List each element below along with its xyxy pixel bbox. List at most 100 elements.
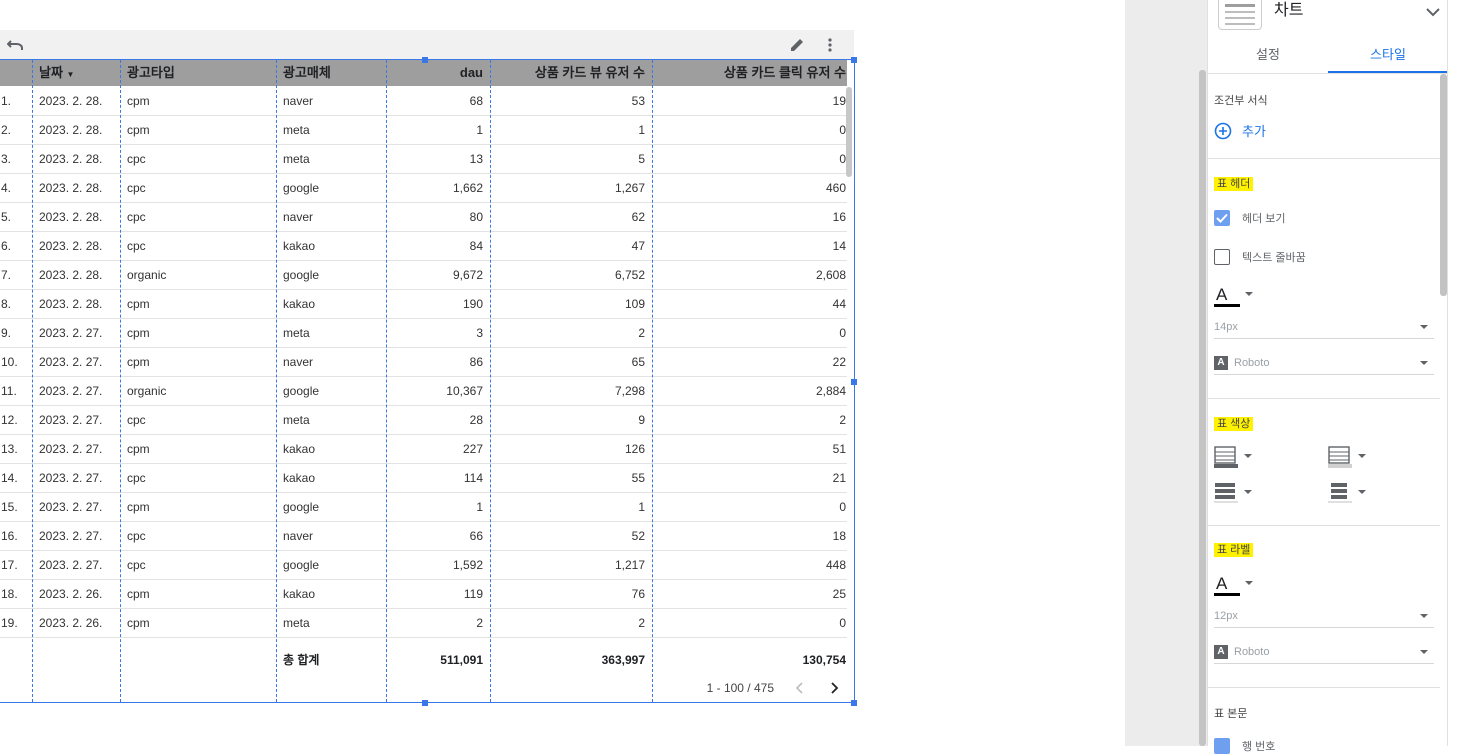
table-row[interactable]: 13. 2023. 2. 27. cpm kakao 227 126 51 [0,435,847,464]
section-divider [1208,398,1440,399]
label-font-family-select[interactable]: A Roboto [1214,642,1434,664]
more-vert-icon[interactable] [820,35,840,55]
sort-desc-icon: ▼ [66,70,75,79]
header-font-size-select[interactable]: 14px [1214,317,1434,339]
row-click-users: 2,884 [815,384,846,398]
checkbox-checked-icon [1214,738,1230,754]
row-dau: 1,662 [452,181,483,195]
label-font-color-picker[interactable]: A [1214,574,1253,598]
row-date: 2023. 2. 28. [39,152,103,166]
chart-type-selector[interactable]: 차트 [1208,0,1448,38]
resize-handle-top[interactable] [422,57,428,63]
resize-handle-right[interactable] [851,379,857,385]
table-scrollbar[interactable] [846,87,852,177]
totals-view-users: 363,997 [601,653,645,667]
row-dau: 1,592 [452,558,483,572]
table-row[interactable]: 17. 2023. 2. 27. cpc google 1,592 1,217 448 [0,551,847,580]
row-view-users: 9 [638,413,645,427]
header-ad-type[interactable]: 광고타입 [120,60,276,86]
table-row[interactable]: 1. 2023. 2. 28. cpm naver 68 53 19 [0,87,847,116]
show-header-checkbox[interactable]: 헤더 보기 [1214,209,1286,227]
row-media: meta [283,152,310,166]
header-font-family-select[interactable]: A Roboto [1214,353,1434,375]
row-numbers-checkbox[interactable]: 행 번호 [1214,737,1275,755]
row-view-users: 65 [631,355,645,369]
table-row[interactable]: 18. 2023. 2. 26. cpm kakao 119 76 25 [0,580,847,609]
row-index: 7. [1,268,12,282]
row-date: 2023. 2. 27. [39,355,103,369]
font-color-icon: A [1216,285,1228,304]
table-row[interactable]: 8. 2023. 2. 28. cpm kakao 190 109 44 [0,290,847,319]
row-click-users: 25 [832,587,846,601]
table-row[interactable]: 3. 2023. 2. 28. cpc meta 13 5 0 [0,145,847,174]
row-media: naver [283,355,314,369]
add-label: 추가 [1242,124,1266,139]
header-media[interactable]: 광고매체 [276,60,386,86]
table-row[interactable]: 10. 2023. 2. 27. cpm naver 86 65 22 [0,348,847,377]
even-row-color-picker[interactable] [1328,482,1368,506]
header-view-users[interactable]: 상품 카드 뷰 유저 수 [490,60,652,86]
row-dau: 2 [476,616,483,630]
header-dau[interactable]: dau [386,60,490,86]
prev-page-icon[interactable] [788,678,810,698]
odd-row-color-picker[interactable] [1214,482,1254,506]
label-font-size-select[interactable]: 12px [1214,606,1434,628]
table-row[interactable]: 15. 2023. 2. 27. cpm google 1 1 0 [0,493,847,522]
add-conditional-format-button[interactable]: 추가 [1214,121,1266,140]
table-row[interactable]: 14. 2023. 2. 27. cpc kakao 114 55 21 [0,464,847,493]
font-family-icon: A [1214,645,1228,660]
table-row[interactable]: 11. 2023. 2. 27. organic google 10,367 7,298 2… [0,377,847,406]
font-family-icon: A [1214,356,1228,371]
panel-tabs: 설정 스타일 [1208,38,1448,74]
canvas-scrollbar[interactable] [1199,70,1206,746]
next-page-icon[interactable] [824,678,846,698]
header-bg-color-picker[interactable] [1214,446,1254,470]
section-divider [1208,687,1440,688]
row-view-users: 2 [638,326,645,340]
table-row[interactable]: 9. 2023. 2. 27. cpm meta 3 2 0 [0,319,847,348]
row-date: 2023. 2. 28. [39,181,103,195]
table-row[interactable]: 7. 2023. 2. 28. organic google 9,672 6,752 2,6… [0,261,847,290]
undo-icon[interactable] [6,35,26,55]
chevron-down-icon[interactable] [1426,4,1440,22]
resize-handle-bottom[interactable] [422,700,428,706]
tab-setup[interactable]: 설정 [1208,38,1328,73]
dropdown-caret-icon [1420,361,1428,365]
row-index: 10. [1,355,18,369]
header-date[interactable]: 날짜 ▼ [32,60,120,86]
table-row[interactable]: 2. 2023. 2. 28. cpm meta 1 1 0 [0,116,847,145]
resize-handle-top-right[interactable] [851,57,857,63]
wrap-text-checkbox[interactable]: 텍스트 줄바꿈 [1214,248,1306,266]
row-media: kakao [283,297,316,311]
row-click-users: 44 [832,297,846,311]
row-media: naver [283,94,314,108]
row-ad-type: cpm [127,616,150,630]
row-index: 3. [1,152,12,166]
totals-dau: 511,091 [440,653,483,667]
row-view-users: 1,267 [614,181,645,195]
table-row[interactable]: 6. 2023. 2. 28. cpc kakao 84 47 14 [0,232,847,261]
row-index: 14. [1,471,18,485]
table-row[interactable]: 5. 2023. 2. 28. cpc naver 80 62 16 [0,203,847,232]
panel-scrollbar[interactable] [1440,74,1447,296]
row-media: kakao [283,587,316,601]
canvas-gutter [1125,0,1207,746]
row-index: 1. [1,94,12,108]
tab-style[interactable]: 스타일 [1328,38,1448,73]
header-click-users[interactable]: 상품 카드 클릭 유저 수 [652,60,853,86]
row-date: 2023. 2. 28. [39,297,103,311]
row-view-users: 126 [624,442,645,456]
header-font-color-picker[interactable]: A [1214,285,1253,309]
resize-handle-bottom-right[interactable] [851,700,857,706]
edit-pencil-icon[interactable] [787,35,807,55]
row-numbers-label: 행 번호 [1242,741,1276,753]
row-ad-type: cpm [127,94,150,108]
row-date: 2023. 2. 28. [39,94,103,108]
table-row[interactable]: 4. 2023. 2. 28. cpc google 1,662 1,267 460 [0,174,847,203]
table-border-color-picker[interactable] [1328,446,1368,470]
row-dau: 190 [462,297,483,311]
table-row[interactable]: 12. 2023. 2. 27. cpc meta 28 9 2 [0,406,847,435]
table-row[interactable]: 16. 2023. 2. 27. cpc naver 66 52 18 [0,522,847,551]
table-row[interactable]: 19. 2023. 2. 26. cpm meta 2 2 0 [0,609,847,638]
row-date: 2023. 2. 27. [39,442,103,456]
